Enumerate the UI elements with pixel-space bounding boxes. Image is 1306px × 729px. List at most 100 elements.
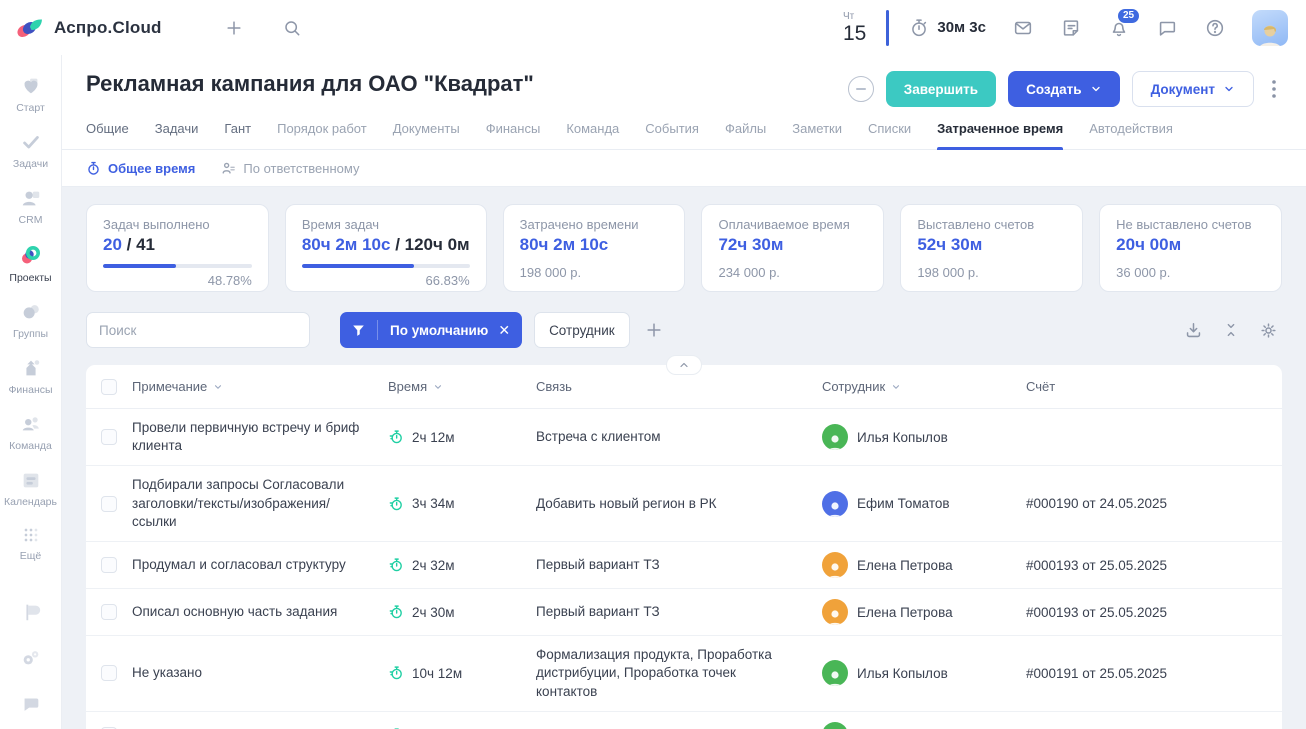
table-row[interactable]: Подбирали запросы Согласовали заголовки/… xyxy=(86,466,1282,542)
sidebar-item-more[interactable]: Ещё xyxy=(0,517,62,571)
brand[interactable]: Аспро.Cloud xyxy=(16,15,162,41)
link-cell[interactable]: Первый вариант ТЗ xyxy=(536,556,822,574)
table-row[interactable]: Не указано 10ч 12м Формализация продукта… xyxy=(86,636,1282,712)
employee-cell[interactable]: Илья Копылов xyxy=(822,660,1026,686)
table-row[interactable]: Описал основную часть задания 2ч 30м Пер… xyxy=(86,589,1282,636)
collapse-rows-icon[interactable] xyxy=(1223,322,1239,338)
link-cell[interactable]: Встреча с клиентом xyxy=(536,428,822,446)
project-tab[interactable]: События xyxy=(645,121,699,149)
time-value: 2ч 30м xyxy=(412,605,455,620)
sidebar-item-projects[interactable]: Проекты xyxy=(0,235,62,293)
employee-cell[interactable]: Елена Петрова xyxy=(822,599,1026,625)
table-row[interactable]: Продумал и согласовал структуру 2ч 32м П… xyxy=(86,542,1282,589)
column-header-time[interactable]: Время xyxy=(388,379,536,394)
more-grid-icon xyxy=(21,525,41,545)
table-row[interactable]: Провели первичную встречу и бриф клиента… xyxy=(86,409,1282,466)
sidebar-item-calendar[interactable]: Календарь xyxy=(0,461,62,517)
mail-icon[interactable] xyxy=(1012,17,1034,39)
link-cell[interactable]: Добавить новый регион в РК xyxy=(536,495,822,513)
add-filter-icon[interactable] xyxy=(644,320,664,340)
row-checkbox[interactable] xyxy=(101,604,117,620)
timer-widget[interactable]: 30м 3с xyxy=(909,18,986,38)
document-button[interactable]: Документ xyxy=(1132,71,1254,107)
notifications-bell-icon[interactable]: 25 xyxy=(1108,17,1130,39)
subtab-total-time[interactable]: Общее время xyxy=(86,161,195,176)
link-cell[interactable]: Формализация продукта, Проработка дистри… xyxy=(536,646,822,701)
sidebar-label: Задачи xyxy=(13,158,48,170)
time-cell: 3ч 34м xyxy=(388,496,536,512)
global-add-icon[interactable] xyxy=(224,18,244,38)
sidebar-item-finance[interactable]: Финансы xyxy=(0,349,62,405)
project-tab[interactable]: Общие xyxy=(86,121,129,149)
project-tab[interactable]: Файлы xyxy=(725,121,766,149)
sidebar-item-crm[interactable]: CRM xyxy=(0,179,62,235)
row-checkbox[interactable] xyxy=(101,557,117,573)
employee-cell[interactable]: Илья Копылов xyxy=(822,424,1026,450)
select-all-checkbox[interactable] xyxy=(101,379,117,395)
stat-money: 198 000 р. xyxy=(520,265,669,280)
chat-icon[interactable] xyxy=(1156,17,1178,39)
sidebar-item-tasks[interactable]: Задачи xyxy=(0,123,62,179)
search-input[interactable] xyxy=(86,312,310,348)
notes-icon[interactable] xyxy=(1060,17,1082,39)
column-header-note[interactable]: Примечание xyxy=(132,379,388,394)
link-cell[interactable]: Первый вариант ТЗ xyxy=(536,603,822,621)
copy-link-icon[interactable] xyxy=(848,76,874,102)
subtab-by-owner[interactable]: По ответственному xyxy=(221,161,359,176)
stat-value-rest: / 120ч 0м xyxy=(390,235,469,254)
help-icon[interactable] xyxy=(1204,17,1226,39)
table-settings-gear-icon[interactable] xyxy=(1259,321,1278,340)
project-tab[interactable]: Списки xyxy=(868,121,911,149)
table-row[interactable]: Не указано 1ч 30м Согласование черновика… xyxy=(86,712,1282,729)
project-tab[interactable]: Гант xyxy=(224,121,251,149)
sidebar-item-groups[interactable]: Группы xyxy=(0,293,62,349)
project-tab[interactable]: Затраченное время xyxy=(937,121,1063,149)
create-button[interactable]: Создать xyxy=(1008,71,1120,107)
project-tab[interactable]: Документы xyxy=(393,121,460,149)
row-checkbox[interactable] xyxy=(101,496,117,512)
time-value: 2ч 12м xyxy=(412,430,455,445)
employee-cell[interactable]: Ефим Томатов xyxy=(822,491,1026,517)
project-tab[interactable]: Задачи xyxy=(155,121,199,149)
filter-preset-button[interactable]: По умолчанию ✕ xyxy=(340,312,522,348)
project-tab[interactable]: Команда xyxy=(566,121,619,149)
employee-filter-chip[interactable]: Сотрудник xyxy=(534,312,630,348)
finish-button[interactable]: Завершить xyxy=(886,71,996,107)
sidebar-label: CRM xyxy=(19,214,43,226)
column-header-invoice[interactable]: Счёт xyxy=(1026,379,1282,394)
calendar-icon xyxy=(20,469,42,491)
stat-money: 234 000 р. xyxy=(718,265,867,280)
column-header-link[interactable]: Связь xyxy=(536,379,822,394)
employee-name: Елена Петрова xyxy=(857,605,953,620)
automation-gears-icon[interactable] xyxy=(20,647,42,669)
kebab-menu-icon[interactable] xyxy=(1266,76,1282,102)
user-avatar[interactable] xyxy=(1252,10,1288,46)
person-list-icon xyxy=(221,161,236,176)
project-tab[interactable]: Порядок работ xyxy=(277,121,367,149)
link-cell[interactable]: Согласование черновика ТЗ xyxy=(536,726,822,729)
column-header-employee[interactable]: Сотрудник xyxy=(822,379,1026,394)
sidebar-item-start[interactable]: Старт xyxy=(0,67,62,123)
sidebar-item-team[interactable]: Команда xyxy=(0,405,62,461)
project-tab[interactable]: Заметки xyxy=(792,121,842,149)
flag-app-icon[interactable] xyxy=(20,601,42,623)
stat-progress: 48.78% xyxy=(103,264,252,288)
calendar-date[interactable]: Чт 15 xyxy=(843,12,866,44)
collapse-stats-pill[interactable] xyxy=(666,355,702,375)
support-chat-icon[interactable] xyxy=(20,693,42,715)
start-heart-icon xyxy=(20,75,42,97)
time-value: 3ч 34м xyxy=(412,496,455,511)
brand-name: Аспро.Cloud xyxy=(54,18,162,38)
search-icon[interactable] xyxy=(282,18,302,38)
employee-cell[interactable]: Елена Петрова xyxy=(822,552,1026,578)
row-checkbox[interactable] xyxy=(101,429,117,445)
stat-label: Время задач xyxy=(302,217,470,232)
export-download-icon[interactable] xyxy=(1184,321,1203,340)
employee-cell[interactable]: Илья Копылов xyxy=(822,722,1026,729)
row-checkbox[interactable] xyxy=(101,665,117,681)
filter-clear-icon[interactable]: ✕ xyxy=(496,323,522,337)
project-tab[interactable]: Автодействия xyxy=(1089,121,1173,149)
time-subtabs: Общее время По ответственному xyxy=(62,150,1306,187)
page-header: Рекламная кампания для ОАО "Квадрат" Зав… xyxy=(62,55,1306,150)
project-tab[interactable]: Финансы xyxy=(486,121,541,149)
